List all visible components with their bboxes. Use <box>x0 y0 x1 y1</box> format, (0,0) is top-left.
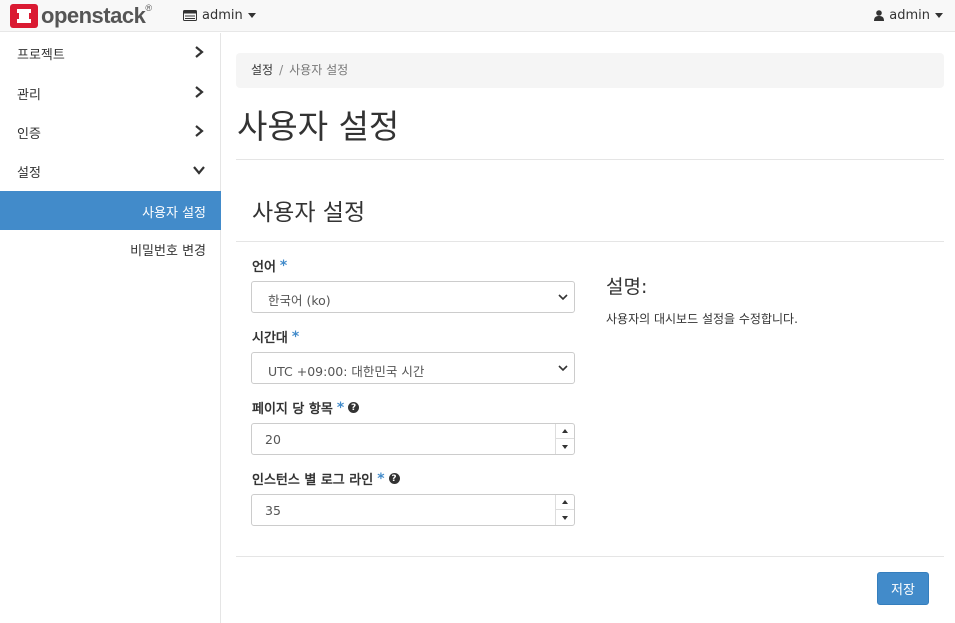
divider <box>236 556 944 557</box>
chevron-right-icon <box>195 46 204 58</box>
arrow-down-icon <box>562 515 568 520</box>
description-text: 사용자의 대시보드 설정을 수정합니다. <box>606 312 798 326</box>
page-size-input[interactable]: 20 <box>251 423 575 455</box>
sidebar-item-label: 설정 <box>17 166 41 181</box>
breadcrumb-current: 사용자 설정 <box>289 63 349 77</box>
arrow-up-icon <box>562 500 568 504</box>
question-circle-icon[interactable]: ? <box>388 473 400 484</box>
sidebar-subitem-label: 비밀번호 변경 <box>130 244 206 259</box>
required-asterisk: * <box>291 328 300 345</box>
page-size-label-text: 페이지 당 항목 <box>252 402 333 417</box>
section-title: 사용자 설정 <box>252 200 366 226</box>
project-dropdown[interactable]: admin <box>183 8 256 23</box>
breadcrumb-link-settings[interactable]: 설정 <box>251 63 273 77</box>
user-dropdown[interactable]: admin <box>874 8 943 23</box>
description-title: 설명: <box>606 276 648 298</box>
caret-down-icon <box>935 13 943 18</box>
log-lines-value: 35 <box>265 503 281 518</box>
sidebar-subitem-user-settings[interactable]: 사용자 설정 <box>0 191 221 230</box>
brand-registered-mark: ® <box>145 3 152 13</box>
brand-name: openstack <box>41 3 146 28</box>
chevron-down-icon <box>193 166 205 175</box>
question-circle-icon[interactable]: ? <box>348 402 360 413</box>
log-lines-input[interactable]: 35 <box>251 494 575 526</box>
chevron-right-icon <box>195 86 204 98</box>
timezone-label: 시간대 * <box>252 327 300 347</box>
timezone-label-text: 시간대 <box>252 331 288 346</box>
spin-up-button[interactable] <box>556 495 574 510</box>
project-dropdown-label: admin <box>202 8 243 23</box>
language-label: 언어 * <box>252 256 288 276</box>
sidebar-item-project[interactable]: 프로젝트 <box>0 33 221 72</box>
page-size-value: 20 <box>265 432 281 447</box>
sidebar-item-admin[interactable]: 관리 <box>0 73 221 112</box>
page-size-spinner <box>555 424 574 454</box>
required-asterisk: * <box>279 257 288 274</box>
top-navbar: openstack® admin admin <box>0 0 955 32</box>
caret-down-icon <box>247 13 256 18</box>
language-select[interactable]: 한국어 (ko) <box>251 281 575 313</box>
project-icon <box>183 10 197 21</box>
required-asterisk: * <box>336 399 345 416</box>
chevron-down-icon <box>558 294 568 301</box>
spin-down-button[interactable] <box>556 510 574 525</box>
page-title: 사용자 설정 <box>237 107 400 146</box>
arrow-down-icon <box>562 444 568 449</box>
timezone-select-value: UTC +09:00: 대한민국 시간 <box>268 364 425 379</box>
user-dropdown-label: admin <box>889 8 930 23</box>
page-size-label: 페이지 당 항목 * ? <box>252 398 360 417</box>
language-select-value: 한국어 (ko) <box>268 293 331 308</box>
openstack-logo-icon <box>10 4 38 28</box>
sidebar-subitem-label: 사용자 설정 <box>142 206 206 221</box>
user-icon <box>874 10 885 21</box>
language-label-text: 언어 <box>252 260 276 275</box>
sidebar-item-settings[interactable]: 설정 <box>0 151 221 190</box>
log-lines-label-text: 인스턴스 별 로그 라인 <box>252 473 374 488</box>
spin-down-button[interactable] <box>556 439 574 454</box>
arrow-up-icon <box>562 429 568 433</box>
chevron-right-icon <box>195 125 204 137</box>
spin-up-button[interactable] <box>556 424 574 439</box>
save-button[interactable]: 저장 <box>877 572 929 605</box>
sidebar-item-label: 프로젝트 <box>17 48 65 63</box>
breadcrumb-separator: / <box>279 63 284 77</box>
log-lines-spinner <box>555 495 574 525</box>
sidebar: 프로젝트 관리 인증 설정 사용자 설정 비밀번호 변경 <box>0 33 221 623</box>
sidebar-item-identity[interactable]: 인증 <box>0 112 221 151</box>
sidebar-item-label: 관리 <box>17 88 41 103</box>
chevron-down-icon <box>558 365 568 372</box>
breadcrumb: 설정 / 사용자 설정 <box>236 53 944 88</box>
divider <box>236 159 944 160</box>
required-asterisk: * <box>377 470 385 487</box>
log-lines-label: 인스턴스 별 로그 라인 * ? <box>252 469 400 488</box>
sidebar-item-label: 인증 <box>17 127 41 142</box>
divider <box>236 241 944 242</box>
timezone-select[interactable]: UTC +09:00: 대한민국 시간 <box>251 352 575 384</box>
sidebar-subitem-change-password[interactable]: 비밀번호 변경 <box>0 229 221 268</box>
openstack-logo[interactable]: openstack® <box>10 3 152 29</box>
